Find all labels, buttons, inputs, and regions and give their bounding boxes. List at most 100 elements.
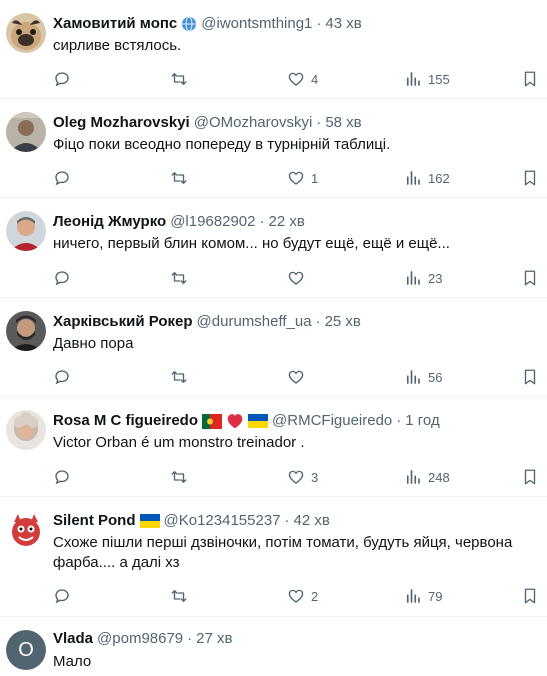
bookmark-icon — [524, 270, 536, 286]
heart-icon — [288, 72, 304, 86]
reply-post[interactable]: Харківський Рокер @durumsheff_ua · 25 хв… — [0, 298, 547, 397]
action-bar: 3 248 — [0, 466, 547, 488]
user-handle[interactable]: @durumsheff_ua — [197, 312, 312, 332]
reply-post[interactable]: Oleg Mozharovskyi @OMozharovskyi · 58 хв… — [0, 99, 547, 198]
display-name[interactable]: Леонід Жмурко — [53, 212, 166, 232]
like-count: 4 — [311, 71, 319, 87]
views-button[interactable]: 79 — [404, 585, 442, 607]
bookmark-button[interactable] — [521, 466, 539, 488]
separator-dot: · — [284, 512, 290, 529]
avatar[interactable] — [6, 510, 46, 550]
reply-post[interactable]: Rosa M C figueiredo @RMCFigueiredo · 1 г… — [0, 397, 547, 497]
display-name[interactable]: Vlada — [53, 629, 93, 649]
user-handle[interactable]: @iwontsmthing1 — [201, 14, 312, 34]
globe-icon — [181, 16, 197, 32]
views-button[interactable]: 23 — [404, 267, 442, 289]
bookmark-icon — [524, 588, 536, 604]
repost-icon — [171, 371, 187, 383]
ukraine-flag-icon — [248, 414, 269, 428]
separator-dot: · — [315, 313, 321, 330]
reply-button[interactable] — [53, 267, 71, 289]
reply-icon — [55, 470, 69, 485]
avatar[interactable]: O — [6, 630, 46, 670]
analytics-icon — [406, 72, 420, 86]
views-button[interactable]: 56 — [404, 366, 442, 388]
analytics-icon — [406, 271, 420, 285]
display-name[interactable]: Oleg Mozharovskyi — [53, 113, 190, 133]
analytics-icon — [406, 370, 420, 384]
like-count: 1 — [311, 170, 319, 186]
user-handle[interactable]: @l19682902 — [170, 212, 255, 232]
action-bar: 2 79 — [0, 585, 547, 607]
user-handle[interactable]: @Ko1234155237 — [164, 511, 281, 531]
heart-icon — [288, 271, 304, 285]
reply-button[interactable] — [53, 167, 71, 189]
reply-icon — [55, 589, 69, 604]
bookmark-button[interactable] — [521, 585, 539, 607]
display-name[interactable]: Silent Pond — [53, 511, 136, 531]
repost-button[interactable] — [170, 585, 188, 607]
avatar[interactable] — [6, 13, 46, 53]
separator-dot: · — [259, 213, 265, 230]
avatar[interactable] — [6, 211, 46, 251]
like-count: 2 — [311, 588, 319, 604]
avatar[interactable] — [6, 311, 46, 351]
reply-feed: Хамовитий мопс @iwontsmthing1 · 43 хв си… — [0, 0, 547, 676]
repost-button[interactable] — [170, 167, 188, 189]
timestamp[interactable]: 25 хв — [325, 312, 361, 332]
reply-post[interactable]: O Vlada @pom98679 · 27 хв Мало — [0, 617, 547, 676]
separator-dot: · — [396, 412, 402, 429]
user-handle[interactable]: @RMCFigueiredo — [272, 411, 392, 431]
reply-button[interactable] — [53, 366, 71, 388]
view-count: 79 — [428, 588, 443, 604]
like-button[interactable] — [287, 267, 311, 289]
like-button[interactable]: 2 — [287, 585, 318, 607]
like-button[interactable]: 4 — [287, 68, 318, 90]
user-handle[interactable]: @pom98679 — [97, 629, 183, 649]
views-button[interactable]: 248 — [404, 466, 450, 488]
timestamp[interactable]: 22 хв — [269, 212, 305, 232]
views-button[interactable]: 155 — [404, 68, 450, 90]
like-button[interactable]: 1 — [287, 167, 318, 189]
reply-post[interactable]: Silent Pond @Ko1234155237 · 42 хв Схоже … — [0, 497, 547, 617]
heart-icon — [288, 589, 304, 603]
heart-icon — [288, 370, 304, 384]
like-count: 3 — [311, 469, 319, 485]
repost-icon — [171, 471, 187, 483]
reply-post[interactable]: Леонід Жмурко @l19682902 · 22 хв ничего,… — [0, 198, 547, 298]
timestamp[interactable]: 1 год — [405, 411, 439, 431]
bookmark-button[interactable] — [521, 68, 539, 90]
separator-dot: · — [316, 114, 322, 131]
timestamp[interactable]: 42 хв — [294, 511, 330, 531]
ukraine-flag-icon — [139, 514, 160, 528]
timestamp[interactable]: 58 хв — [325, 113, 361, 133]
bookmark-button[interactable] — [521, 366, 539, 388]
avatar-letter: O — [18, 638, 34, 661]
like-button[interactable]: 3 — [287, 466, 318, 488]
reply-post[interactable]: Хамовитий мопс @iwontsmthing1 · 43 хв си… — [0, 0, 547, 99]
reply-button[interactable] — [53, 68, 71, 90]
timestamp[interactable]: 27 хв — [196, 629, 232, 649]
repost-button[interactable] — [170, 366, 188, 388]
display-name[interactable]: Rosa M C figueiredo — [53, 411, 198, 431]
reply-button[interactable] — [53, 466, 71, 488]
reply-button[interactable] — [53, 585, 71, 607]
bookmark-button[interactable] — [521, 267, 539, 289]
repost-button[interactable] — [170, 466, 188, 488]
repost-icon — [171, 590, 187, 602]
repost-button[interactable] — [170, 68, 188, 90]
repost-button[interactable] — [170, 267, 188, 289]
avatar[interactable] — [6, 410, 46, 450]
repost-icon — [171, 272, 187, 284]
heart-icon — [288, 470, 304, 484]
user-handle[interactable]: @OMozharovskyi — [194, 113, 313, 133]
timestamp[interactable]: 43 хв — [325, 14, 361, 34]
action-bar: 4 155 — [0, 68, 547, 90]
views-button[interactable]: 162 — [404, 167, 450, 189]
display-name[interactable]: Хамовитий мопс — [53, 14, 177, 34]
avatar[interactable] — [6, 112, 46, 152]
view-count: 248 — [428, 469, 450, 485]
bookmark-button[interactable] — [521, 167, 539, 189]
like-button[interactable] — [287, 366, 311, 388]
display-name[interactable]: Харківський Рокер — [53, 312, 193, 332]
